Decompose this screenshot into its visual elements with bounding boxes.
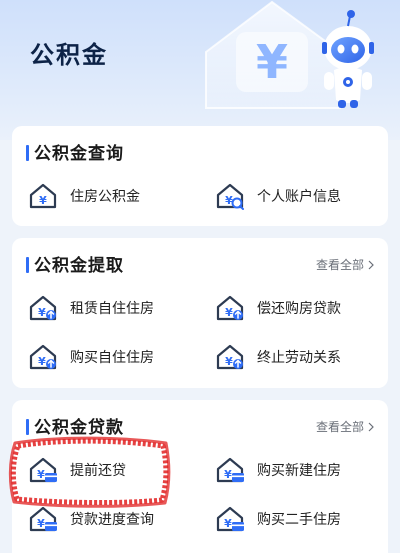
page-title: 公积金 bbox=[30, 41, 108, 69]
item-label: 住房公积金 bbox=[70, 189, 140, 205]
withdraw-view-all-link[interactable]: 查看全部 bbox=[316, 256, 374, 273]
svg-text:¥: ¥ bbox=[37, 468, 45, 481]
view-all-label: 查看全部 bbox=[315, 420, 364, 434]
loan-item-early-repayment[interactable]: ¥ 提前还贷 bbox=[28, 452, 126, 488]
query-item-housing-fund[interactable]: ¥ 住房公积金 bbox=[28, 178, 140, 214]
svg-text:¥: ¥ bbox=[224, 517, 232, 530]
loan-item-buy-new-home[interactable]: ¥ 购买新建住房 bbox=[215, 452, 341, 488]
withdraw-item-repay-mortgage[interactable]: ¥ 偿还购房贷款 bbox=[215, 290, 341, 326]
svg-text:¥: ¥ bbox=[38, 306, 46, 319]
svg-text:¥: ¥ bbox=[224, 468, 232, 481]
svg-text:¥: ¥ bbox=[225, 355, 233, 368]
chevron-right-icon bbox=[368, 260, 374, 269]
item-label: 终止劳动关系 bbox=[257, 350, 341, 366]
chevron-right-icon bbox=[368, 422, 374, 431]
item-label: 偿还购房贷款 bbox=[257, 301, 341, 317]
query-item-personal-account[interactable]: ¥ 个人账户信息 bbox=[215, 178, 341, 214]
withdraw-item-terminate-employment[interactable]: ¥ 终止劳动关系 bbox=[215, 339, 341, 375]
loan-card: 公积金贷款 查看全部 ¥ 提前还贷 ¥ 购买新建住房 ¥ 贷款进度查询 ¥ 购买… bbox=[12, 400, 388, 553]
item-label: 个人账户信息 bbox=[257, 189, 341, 205]
withdraw-item-buy-home[interactable]: ¥ 购买自住住房 bbox=[28, 339, 154, 375]
item-label: 租赁自住住房 bbox=[70, 301, 154, 317]
item-label: 购买自住住房 bbox=[70, 350, 154, 366]
item-label: 购买新建住房 bbox=[257, 463, 341, 479]
svg-text:¥: ¥ bbox=[39, 194, 47, 207]
house-yen-icon: ¥ bbox=[29, 183, 57, 209]
svg-text:¥: ¥ bbox=[37, 517, 45, 530]
withdraw-card-header: 公积金提取 查看全部 bbox=[12, 238, 388, 288]
house-yen-search-icon: ¥ bbox=[216, 183, 244, 210]
loan-card-header: 公积金贷款 查看全部 bbox=[12, 400, 388, 450]
loan-section-title: 公积金贷款 bbox=[34, 418, 124, 438]
house-robot-illustration: ¥ bbox=[205, 0, 374, 109]
item-label: 提前还贷 bbox=[70, 463, 126, 479]
view-all-label: 查看全部 bbox=[315, 258, 364, 272]
house-yen-upload-icon: ¥ bbox=[29, 295, 57, 321]
section-accent-bar bbox=[26, 419, 29, 435]
section-accent-bar bbox=[26, 257, 29, 273]
svg-text:¥: ¥ bbox=[38, 355, 46, 368]
svg-text:¥: ¥ bbox=[225, 306, 233, 319]
yen-symbol: ¥ bbox=[256, 35, 288, 89]
loan-view-all-link[interactable]: 查看全部 bbox=[316, 418, 374, 435]
hero-banner: 公积金 ¥ bbox=[0, 0, 400, 140]
query-section-title: 公积金查询 bbox=[34, 144, 124, 164]
query-card-header: 公积金查询 bbox=[12, 126, 388, 176]
house-yen-upload-icon: ¥ bbox=[29, 344, 57, 370]
house-yen-card-icon: ¥ bbox=[216, 506, 244, 532]
house-yen-upload-icon: ¥ bbox=[216, 295, 244, 321]
withdraw-card: 公积金提取 查看全部 ¥ 租赁自住住房 ¥ 偿还购房贷款 ¥ 购买自住住房 ¥ … bbox=[12, 238, 388, 388]
item-label: 购买二手住房 bbox=[257, 512, 341, 528]
loan-item-progress-query[interactable]: ¥ 贷款进度查询 bbox=[28, 501, 154, 537]
house-yen-card-icon: ¥ bbox=[216, 457, 244, 483]
loan-item-buy-second-hand-home[interactable]: ¥ 购买二手住房 bbox=[215, 501, 341, 537]
house-yen-upload-icon: ¥ bbox=[216, 344, 244, 370]
query-card: 公积金查询 ¥ 住房公积金 ¥ 个人账户信息 bbox=[12, 126, 388, 226]
item-label: 贷款进度查询 bbox=[70, 512, 154, 528]
house-yen-card-icon: ¥ bbox=[29, 506, 57, 532]
house-yen-card-icon: ¥ bbox=[29, 457, 57, 483]
withdraw-section-title: 公积金提取 bbox=[34, 256, 124, 276]
withdraw-item-rent[interactable]: ¥ 租赁自住住房 bbox=[28, 290, 154, 326]
section-accent-bar bbox=[26, 145, 29, 161]
